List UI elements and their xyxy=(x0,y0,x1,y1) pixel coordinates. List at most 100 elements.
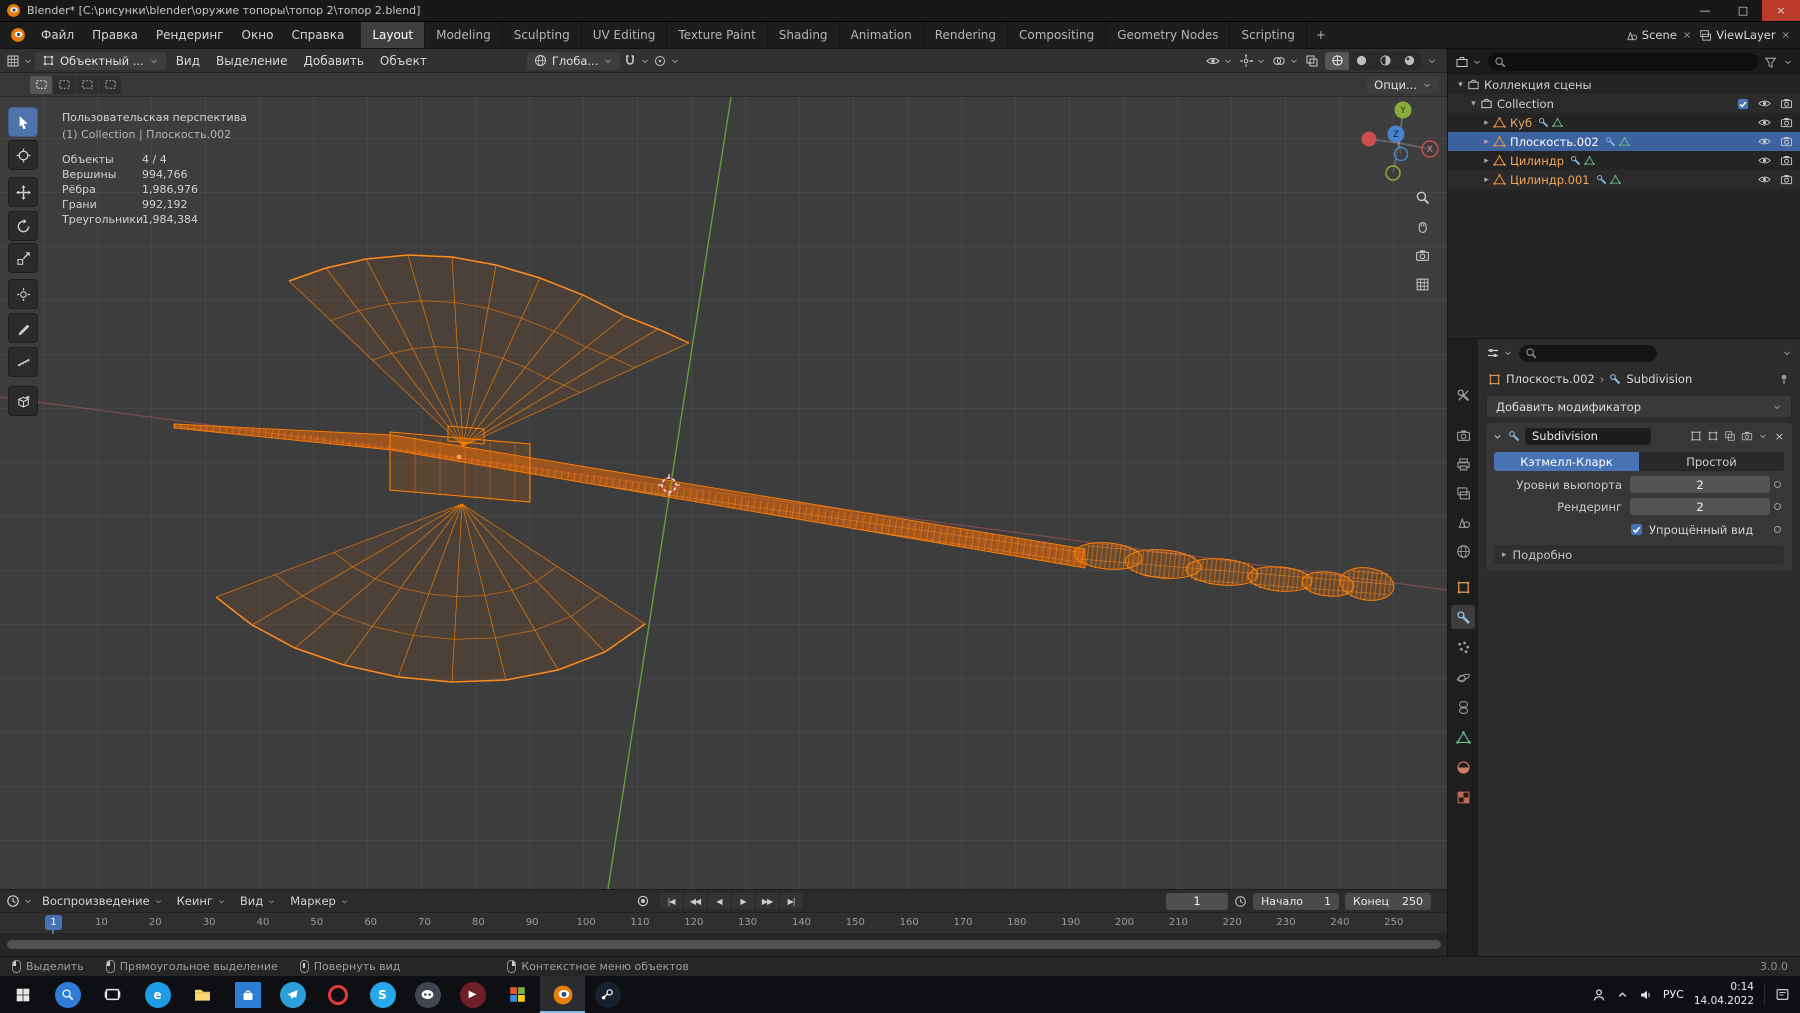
play-button[interactable]: ▶ xyxy=(732,893,754,909)
frame-end-field[interactable]: Конец 250 xyxy=(1345,892,1431,910)
taskbar-opera-button[interactable] xyxy=(315,976,360,1013)
check-icon[interactable] xyxy=(1630,523,1643,536)
clock-icon[interactable] xyxy=(6,894,20,908)
properties-editor-type-button[interactable] xyxy=(1486,346,1513,360)
render-toggle[interactable] xyxy=(1741,430,1753,442)
next-keyframe-button[interactable]: ▶▶ xyxy=(756,893,778,909)
timeline-menu-item[interactable]: Вид xyxy=(233,892,283,910)
taskbar-task-view-button[interactable] xyxy=(90,976,135,1013)
properties-tab-render[interactable] xyxy=(1451,423,1475,447)
properties-tab-texture[interactable] xyxy=(1451,785,1475,809)
tool-select-button[interactable] xyxy=(8,107,38,137)
workspace-tab[interactable]: UV Editing xyxy=(582,22,668,48)
workspace-tab[interactable]: Rendering xyxy=(924,22,1009,48)
outliner-editor-type-button[interactable] xyxy=(1455,55,1482,69)
frame-start-field[interactable]: Начало 1 xyxy=(1253,892,1339,910)
add-modifier-button[interactable]: Добавить модификатор xyxy=(1486,395,1792,418)
properties-search-input[interactable] xyxy=(1519,344,1657,362)
properties-tab-object[interactable] xyxy=(1451,575,1475,599)
properties-tab-output[interactable] xyxy=(1451,452,1475,476)
clock-icon[interactable] xyxy=(1234,895,1247,908)
chevup-icon[interactable] xyxy=(1616,988,1629,1001)
hide-viewport-toggle[interactable] xyxy=(1758,116,1771,129)
taskbar-search-button[interactable] xyxy=(45,976,90,1013)
play-reverse-button[interactable]: ◀ xyxy=(708,893,730,909)
camera-view-button[interactable] xyxy=(1412,245,1432,265)
volume-icon[interactable] xyxy=(1639,988,1653,1002)
viewport-menu-item[interactable]: Добавить xyxy=(295,51,371,71)
topbar-menu-item[interactable]: Справка xyxy=(282,24,353,46)
workspace-tab[interactable]: Modeling xyxy=(425,22,503,48)
pan-button[interactable] xyxy=(1412,216,1432,236)
workspace-tab[interactable]: Compositing xyxy=(1008,22,1107,48)
workspace-tab[interactable]: Texture Paint xyxy=(667,22,768,48)
edit-mode-toggle[interactable] xyxy=(1707,430,1719,442)
hide-viewport-toggle[interactable] xyxy=(1758,154,1771,167)
taskbar-steam-button[interactable] xyxy=(585,976,630,1013)
properties-tab-world[interactable] xyxy=(1451,539,1475,563)
outliner-item-name[interactable]: Куб xyxy=(1510,116,1532,130)
show-gizmo-dropdown[interactable] xyxy=(1239,53,1266,68)
breadcrumb-object[interactable]: Плоскость.002 xyxy=(1506,372,1595,386)
tray-expand-icon[interactable] xyxy=(1616,988,1629,1001)
disable-render-toggle[interactable] xyxy=(1780,154,1793,167)
select-mode-button[interactable] xyxy=(76,75,98,94)
select-mode-button[interactable] xyxy=(99,75,121,94)
collbox-icon[interactable] xyxy=(1455,55,1469,69)
outliner-item-name[interactable]: Collection xyxy=(1497,97,1554,111)
add-workspace-button[interactable]: + xyxy=(1307,28,1335,42)
shading-wireframe-button[interactable] xyxy=(1325,51,1349,70)
pin-icon[interactable] xyxy=(1778,373,1790,385)
modifier-delete-button[interactable]: × xyxy=(1773,430,1786,443)
topbar-menu-item[interactable]: Окно xyxy=(233,24,283,46)
scrollbar-thumb[interactable] xyxy=(7,940,1441,949)
subdivision-type-button[interactable]: Простой xyxy=(1639,452,1784,471)
disable-render-toggle[interactable] xyxy=(1780,173,1793,186)
notification-center-icon[interactable] xyxy=(1775,987,1790,1002)
hide-viewport-toggle[interactable] xyxy=(1758,135,1771,148)
workspace-tab[interactable]: Geometry Nodes xyxy=(1106,22,1231,48)
tool-add-cube-button[interactable] xyxy=(8,386,38,416)
taskbar-store-button[interactable] xyxy=(225,976,270,1013)
auto-key-toggle[interactable] xyxy=(636,894,650,908)
disable-render-toggle[interactable] xyxy=(1780,116,1793,129)
subdivision-type-button[interactable]: Кэтмелл-Кларк xyxy=(1494,452,1639,471)
timeline-menu-item[interactable]: Воспроизведение xyxy=(35,892,170,910)
properties-tab-constraints[interactable] xyxy=(1451,695,1475,719)
properties-tab-view-layer[interactable] xyxy=(1451,481,1475,505)
minimize-button[interactable]: — xyxy=(1686,0,1724,21)
editor-type-button[interactable] xyxy=(6,54,33,68)
modifier-panel-header[interactable]: Subdivision × xyxy=(1486,423,1792,449)
taskbar-discord-button[interactable] xyxy=(405,976,450,1013)
tool-cursor-3d-button[interactable] xyxy=(8,140,38,170)
viewport-canvas[interactable]: Y Z X Пользовательская перспектива (1) Col… xyxy=(0,97,1447,889)
taskbar-media-app-button[interactable]: ▶ xyxy=(450,976,495,1013)
topbar-menu-item[interactable]: Рендеринг xyxy=(147,24,233,46)
hide-viewport-toggle[interactable] xyxy=(1758,173,1771,186)
workspace-tab[interactable]: Scripting xyxy=(1230,22,1307,48)
tool-annotate-button[interactable] xyxy=(8,313,38,343)
snapping-button[interactable] xyxy=(623,54,650,68)
taskbar-explorer-button[interactable] xyxy=(180,976,225,1013)
transform-orientation-dropdown[interactable]: Глоба... xyxy=(526,51,621,70)
number-field[interactable]: 2 xyxy=(1630,476,1770,493)
taskbar-edge-button[interactable]: e xyxy=(135,976,180,1013)
scene-selector[interactable]: Scene × xyxy=(1625,28,1693,42)
on-cage-toggle[interactable] xyxy=(1690,430,1702,442)
tool-rotate-button[interactable] xyxy=(8,211,38,241)
outliner-item-name[interactable]: Коллекция сцены xyxy=(1484,78,1592,92)
workspace-tab[interactable]: Shading xyxy=(768,22,840,48)
mode-dropdown[interactable]: Объектный ... xyxy=(35,51,166,70)
timeline-menu-item[interactable]: Маркер xyxy=(283,892,356,910)
expander-icon[interactable]: ▸ xyxy=(1480,156,1493,166)
blender-menu-icon[interactable] xyxy=(10,27,26,43)
close-button[interactable]: × xyxy=(1762,0,1800,21)
object-visibility-dropdown[interactable] xyxy=(1206,54,1233,68)
disable-render-toggle[interactable] xyxy=(1780,135,1793,148)
timeline-menu-item[interactable]: Кеинг xyxy=(170,892,233,910)
timeline-scrollbar[interactable] xyxy=(0,934,1447,956)
modifier-name-field[interactable]: Subdivision xyxy=(1525,427,1651,445)
outliner-item-name[interactable]: Плоскость.002 xyxy=(1510,135,1599,149)
speaker-icon[interactable] xyxy=(1639,988,1653,1002)
show-overlays-dropdown[interactable] xyxy=(1272,54,1299,68)
